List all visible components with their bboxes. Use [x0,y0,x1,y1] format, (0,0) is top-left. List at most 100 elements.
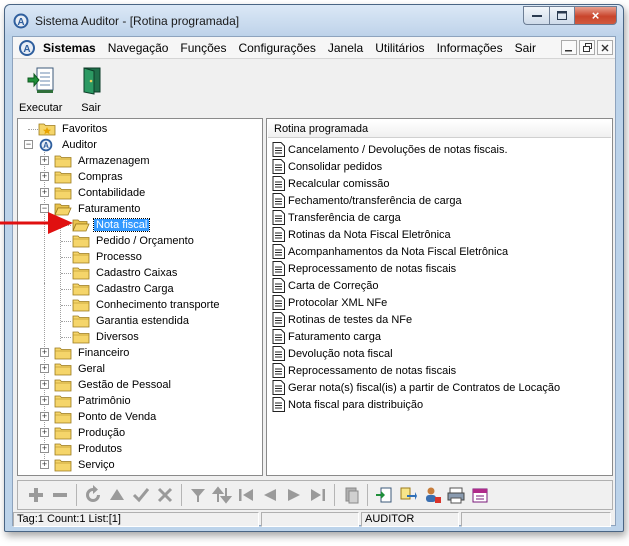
calendar-button[interactable] [468,484,492,506]
tree-item-favoritos[interactable]: Favoritos [38,121,109,137]
next-button[interactable] [282,484,306,506]
tree-item-category[interactable]: Contabilidade [54,185,147,201]
folder-icon [72,315,90,328]
tree-expand-toggle[interactable]: + [40,460,49,469]
tree-item-category[interactable]: Produtos [54,441,124,457]
list-item[interactable]: Reprocessamento de notas fiscais [272,260,456,277]
list-item[interactable]: Acompanhamentos da Nota Fiscal Eletrônic… [272,243,508,260]
tree-item-subcategory[interactable]: Diversos [72,329,141,345]
tree-expand-toggle[interactable]: + [40,172,49,181]
list-item[interactable]: Protocolar XML NFe [272,294,387,311]
menu-configuracoes[interactable]: Configurações [232,37,321,59]
document-icon [272,142,285,157]
tree-expand-toggle[interactable]: + [40,412,49,421]
first-button[interactable] [234,484,258,506]
tree-label: Auditor [62,139,97,151]
list-item-label: Nota fiscal para distribuição [288,398,424,411]
tree-item-category[interactable]: Gestão de Pessoal [54,377,173,393]
execute-button[interactable]: Executar [19,64,62,114]
menu-informacoes[interactable]: Informações [431,37,509,59]
menu-navegacao[interactable]: Navegação [102,37,175,59]
tree-expand-toggle[interactable]: + [40,156,49,165]
list-item[interactable]: Cancelamento / Devoluções de notas fisca… [272,141,508,158]
document-icon [272,346,285,361]
remove-button[interactable] [48,484,72,506]
menu-utilitarios[interactable]: Utilitários [369,37,430,59]
import-button[interactable] [396,484,420,506]
list-item[interactable]: Recalcular comissão [272,175,389,192]
mdi-close-button[interactable] [597,40,613,55]
list-item[interactable]: Consolidar pedidos [272,158,382,175]
tree-collapse-toggle[interactable]: − [24,140,33,149]
mdi-minimize-button[interactable] [561,40,577,55]
tree-expand-toggle[interactable]: + [40,444,49,453]
refresh-button[interactable] [81,484,105,506]
list-item-label: Faturamento carga [288,330,381,343]
list-item[interactable]: Nota fiscal para distribuição [272,396,423,413]
list-item[interactable]: Rotinas de testes da NFe [272,311,412,328]
maximize-button[interactable] [549,6,574,25]
tree-item-auditor[interactable]: A Auditor [38,137,99,153]
tree-item-category[interactable]: Patrimônio [54,393,133,409]
list-item[interactable]: Faturamento carga [272,328,381,345]
tree-expand-toggle[interactable]: + [40,428,49,437]
tree-item-category[interactable]: Ponto de Venda [54,409,158,425]
navigation-tree[interactable]: Favoritos − A Auditor + Armazenagem + Compr… [17,118,263,476]
tree-item-subcategory[interactable]: Cadastro Caixas [72,265,179,281]
list-item[interactable]: Fechamento/transferência de carga [272,192,462,209]
tree-item-subcategory[interactable]: Nota fiscal [72,217,151,233]
copy-button[interactable] [339,484,363,506]
tree-item-subcategory[interactable]: Processo [72,249,144,265]
list-item-label: Carta de Correção [288,279,379,292]
tree-expand-toggle[interactable]: + [40,348,49,357]
tree-item-category[interactable]: Financeiro [54,345,131,361]
prev-button[interactable] [258,484,282,506]
status-empty-2 [461,512,611,527]
cancel-button[interactable] [153,484,177,506]
folder-icon [54,363,72,376]
print-button[interactable] [444,484,468,506]
last-button[interactable] [306,484,330,506]
list-column-header[interactable]: Rotina programada [268,120,611,138]
add-button[interactable] [24,484,48,506]
list-item[interactable]: Gerar nota(s) fiscal(is) a partir de Con… [272,379,560,396]
list-item[interactable]: Rotinas da Nota Fiscal Eletrônica [272,226,451,243]
document-icon [272,295,285,310]
tree-item-category[interactable]: Serviço [54,457,117,473]
list-item-label: Cancelamento / Devoluções de notas fisca… [288,143,508,156]
menu-sistemas[interactable]: Sistemas [37,37,102,59]
export-button[interactable] [372,484,396,506]
close-button[interactable]: × [574,6,617,25]
tree-item-category[interactable]: Produção [54,425,127,441]
tree-expand-toggle[interactable]: + [40,188,49,197]
tree-item-subcategory[interactable]: Garantia estendida [72,313,191,329]
title-bar[interactable]: A Sistema Auditor - [Rotina programada] … [5,5,623,35]
list-item[interactable]: Reprocessamento de notas fiscais [272,362,456,379]
tree-expand-toggle[interactable]: + [40,380,49,389]
tree-item-category[interactable]: Armazenagem [54,153,152,169]
routine-list[interactable]: Rotina programada Cancelamento / Devoluç… [266,118,613,476]
tree-label: Serviço [78,459,115,471]
menu-sair[interactable]: Sair [509,37,542,59]
list-item[interactable]: Devolução nota fiscal [272,345,393,362]
list-item[interactable]: Transferência de carga [272,209,401,226]
tree-item-category[interactable]: Compras [54,169,125,185]
tree-item-subcategory[interactable]: Cadastro Carga [72,281,176,297]
tree-item-category[interactable]: Geral [54,361,107,377]
sort-button[interactable] [210,484,234,506]
system-menu-icon[interactable]: A [17,39,37,57]
tree-expand-toggle[interactable]: + [40,364,49,373]
user-button[interactable] [420,484,444,506]
mdi-restore-button[interactable] [579,40,595,55]
tree-item-subcategory[interactable]: Conhecimento transporte [72,297,222,313]
minimize-button[interactable] [523,6,549,25]
list-item[interactable]: Carta de Correção [272,277,379,294]
filter-button[interactable] [186,484,210,506]
confirm-button[interactable] [129,484,153,506]
tree-item-subcategory[interactable]: Pedido / Orçamento [72,233,196,249]
tree-expand-toggle[interactable]: + [40,396,49,405]
menu-funcoes[interactable]: Funções [174,37,232,59]
menu-janela[interactable]: Janela [322,37,369,59]
exit-button[interactable]: Sair [75,64,107,114]
up-button[interactable] [105,484,129,506]
